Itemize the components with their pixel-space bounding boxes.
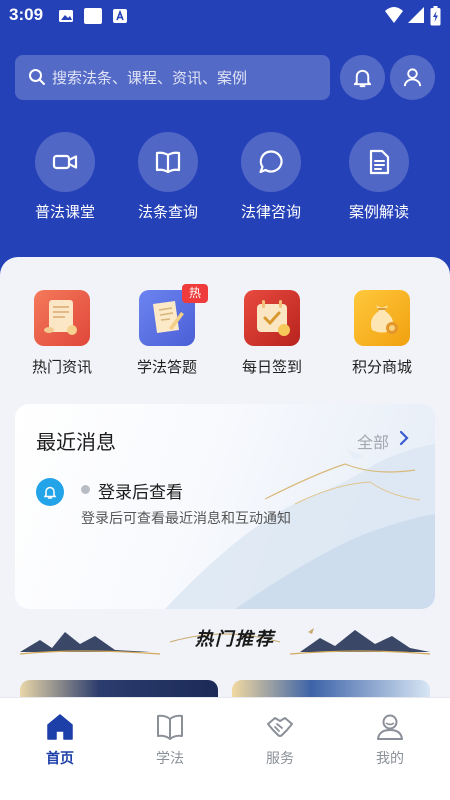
feature-daily-checkin[interactable]: 每日签到 [217, 290, 327, 380]
feature-label: 积分商城 [351, 358, 412, 376]
quick-nav-label: 案例解读 [348, 203, 409, 221]
tab-label: 首页 [46, 751, 74, 767]
quick-nav-item-law-search[interactable]: 法条查询 [123, 132, 213, 222]
unread-dot [81, 485, 90, 494]
tab-home[interactable]: 首页 [4, 698, 116, 778]
notification-button[interactable] [340, 55, 385, 100]
search-bar[interactable]: 搜索法条、课程、资讯、案例 [15, 55, 330, 100]
app-notification-icon [84, 8, 102, 28]
feature-quiz[interactable]: 热 学法答题 [112, 284, 222, 380]
a-notification-icon [112, 8, 128, 28]
quick-nav-item-cases[interactable]: 案例解读 [334, 132, 424, 222]
quick-nav-item-consult[interactable]: 法律咨询 [226, 132, 316, 222]
status-time: 3:09 [9, 5, 44, 24]
messages-all-link[interactable]: 全部 [357, 429, 389, 453]
user-icon [403, 68, 422, 87]
message-item-subtitle: 登录后可查看最近消息和互动通知 [81, 511, 291, 527]
tab-label: 我的 [376, 751, 404, 767]
home-icon [47, 714, 73, 740]
document-icon [349, 132, 409, 192]
book-open-icon [157, 714, 183, 740]
calendar-check-icon [244, 290, 300, 346]
user-smile-icon [377, 714, 403, 740]
signal-icon [408, 6, 424, 28]
hot-recommend-banner: 热门推荐 [19, 618, 431, 666]
battery-icon [430, 6, 441, 30]
coin-bag-icon [354, 290, 410, 346]
bottom-tab-bar: 首页 学法 服务 我的 [0, 697, 450, 800]
hot-recommend-title: 热门推荐 [195, 629, 275, 650]
tab-label: 服务 [266, 751, 294, 767]
feature-points-mall[interactable]: 积分商城 [327, 290, 437, 380]
chevron-right-icon[interactable] [397, 429, 411, 451]
feature-label: 学法答题 [136, 358, 197, 376]
bell-icon [353, 69, 372, 88]
quick-nav-label: 普法课堂 [34, 203, 95, 221]
feature-label: 热门资讯 [31, 358, 92, 376]
message-bell-icon [36, 478, 64, 506]
quick-nav-item-course[interactable]: 普法课堂 [20, 132, 110, 222]
messages-title: 最近消息 [36, 430, 116, 454]
image-notification-icon [58, 8, 74, 28]
tab-mine[interactable]: 我的 [334, 698, 446, 778]
quick-nav-label: 法条查询 [137, 203, 198, 221]
recent-messages-card: 最近消息 全部 登录后查看 登录后可查看最近消息和互动通知 [15, 404, 435, 609]
search-icon [28, 68, 46, 90]
tab-service[interactable]: 服务 [224, 698, 336, 778]
profile-button[interactable] [390, 55, 435, 100]
handshake-icon [267, 717, 293, 737]
message-item-title[interactable]: 登录后查看 [98, 478, 183, 503]
tab-label: 学法 [156, 751, 184, 767]
book-icon [138, 132, 198, 192]
quick-nav-label: 法律咨询 [240, 203, 301, 221]
feature-hot-news[interactable]: 热门资讯 [7, 290, 117, 380]
tab-study[interactable]: 学法 [114, 698, 226, 778]
feature-label: 每日签到 [241, 358, 302, 376]
wifi-icon [384, 6, 404, 28]
hot-badge: 热 [182, 284, 208, 303]
status-bar: 3:09 [0, 0, 450, 32]
chat-icon [241, 132, 301, 192]
search-placeholder: 搜索法条、课程、资讯、案例 [52, 69, 248, 87]
video-icon [35, 132, 95, 192]
scroll-icon [34, 290, 90, 346]
